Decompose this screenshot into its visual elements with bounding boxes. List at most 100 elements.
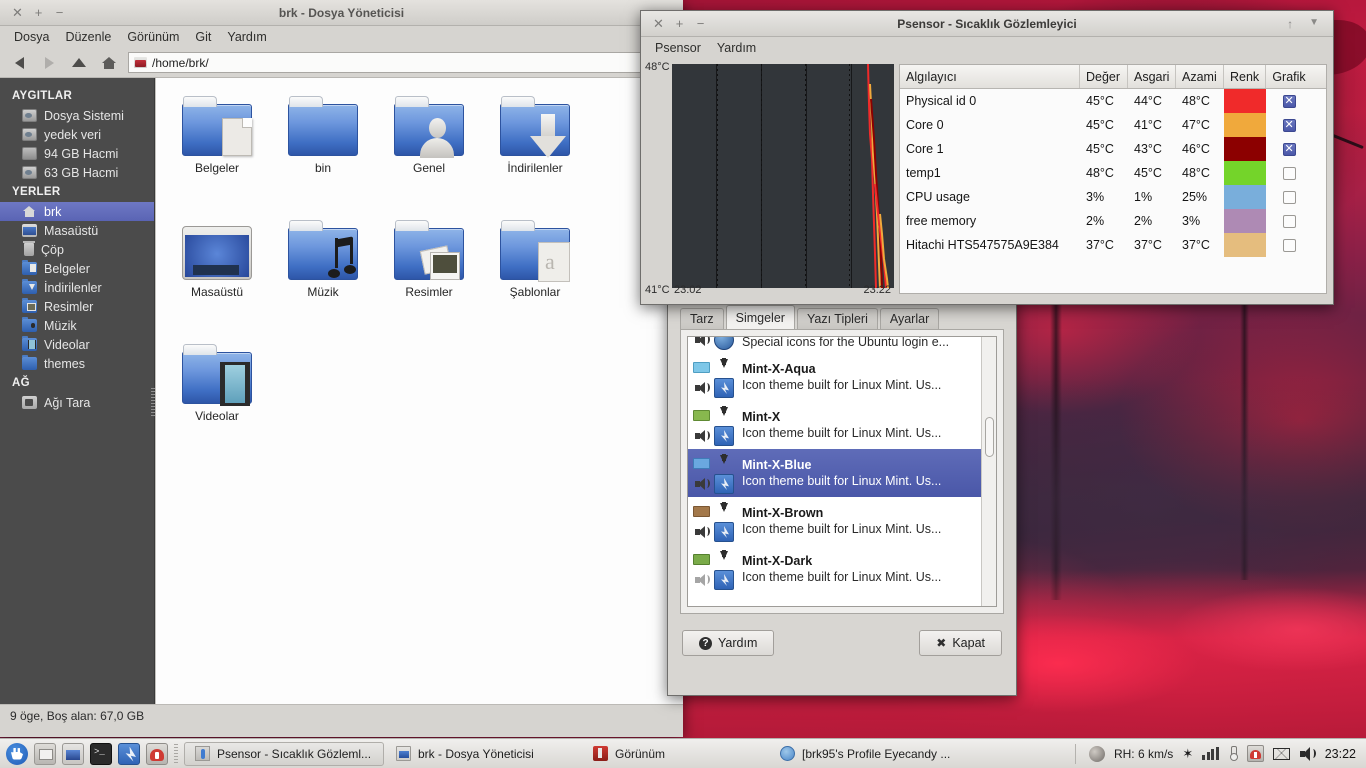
terminal-icon[interactable] <box>90 743 112 765</box>
maximize-icon[interactable]: + <box>674 18 685 29</box>
sidebar-item-themes[interactable]: themes <box>0 354 154 373</box>
column-header-color[interactable]: Renk <box>1224 65 1266 88</box>
sensor-graph-checkbox[interactable] <box>1266 119 1312 132</box>
list-item[interactable]: Mint-X-Aqua Icon theme built for Linux M… <box>688 353 981 401</box>
signal-icon[interactable] <box>1202 747 1219 760</box>
window-controls[interactable]: ✕ + − <box>0 7 65 18</box>
sensor-graph-checkbox[interactable] <box>1266 191 1312 204</box>
psensor-window[interactable]: ✕ + − Psensor - Sıcaklık Gözlemleyici ↑ … <box>640 10 1334 305</box>
sensor-color-swatch[interactable] <box>1224 209 1266 233</box>
sidebar-item-belgeler[interactable]: Belgeler <box>0 259 154 278</box>
close-icon[interactable]: ✕ <box>653 18 664 29</box>
dialog-buttons[interactable]: ? Yardım ✖ Kapat <box>668 614 1016 656</box>
forward-button[interactable] <box>38 52 60 74</box>
list-item[interactable]: Special icons for the Ubuntu login e... <box>688 337 981 353</box>
task-button-browser[interactable]: [brk95's Profile Eyecandy ... <box>770 742 970 766</box>
sidebar-item-indirilenler[interactable]: İndirilenler <box>0 278 154 297</box>
psensor-graph-area[interactable]: 48°C 41°C 23:02 23:22 <box>641 59 899 300</box>
launcher-area[interactable] <box>0 743 168 765</box>
help-button[interactable]: ? Yardım <box>682 630 774 656</box>
sidebar-item-dosya-sistemi[interactable]: Dosya Sistemi <box>0 106 154 125</box>
psensor-graph-canvas[interactable] <box>672 64 894 288</box>
table-row[interactable]: CPU usage 3% 1% 25% <box>900 185 1326 209</box>
file-manager-window[interactable]: ✕ + − brk - Dosya Yöneticisi Dosya Düzen… <box>0 0 683 737</box>
taskbar-panel[interactable]: Psensor - Sıcaklık Gözleml... brk - Dosy… <box>0 738 1366 768</box>
sensor-graph-checkbox[interactable] <box>1266 215 1312 228</box>
places-sidebar[interactable]: AYGITLAR Dosya Sistemi yedek veri 94 GB … <box>0 78 155 704</box>
list-item[interactable]: Mint-X-Dark Icon theme built for Linux M… <box>688 545 981 593</box>
shade-down-icon[interactable]: ▼ <box>1309 17 1319 31</box>
sensor-color-swatch[interactable] <box>1224 113 1266 137</box>
sidebar-item-yedek-veri[interactable]: yedek veri <box>0 125 154 144</box>
psensor-menubar[interactable]: Psensor Yardım <box>641 37 1333 59</box>
sidebar-resize-handle[interactable] <box>151 388 155 418</box>
sensor-color-swatch[interactable] <box>1224 89 1266 113</box>
table-row[interactable]: Core 1 45°C 43°C 46°C <box>900 137 1326 161</box>
file-item[interactable]: Videolar <box>164 336 270 460</box>
sensor-graph-checkbox[interactable] <box>1266 167 1312 180</box>
menu-yardim[interactable]: Yardım <box>219 28 274 46</box>
sidebar-item-masaustu[interactable]: Masaüstü <box>0 221 154 240</box>
file-item[interactable]: Masaüstü <box>164 212 270 336</box>
sidebar-item-brk[interactable]: brk <box>0 202 154 221</box>
sensor-color-swatch[interactable] <box>1224 185 1266 209</box>
list-item[interactable]: Mint-X-Brown Icon theme built for Linux … <box>688 497 981 545</box>
psensor-titlebar[interactable]: ✕ + − Psensor - Sıcaklık Gözlemleyici ↑ … <box>641 11 1333 37</box>
software-manager-icon[interactable] <box>146 743 168 765</box>
system-tray[interactable]: RH: 6 km/s ✶ 23:22 <box>1075 744 1366 764</box>
close-icon[interactable]: ✕ <box>12 7 23 18</box>
window-controls[interactable]: ✕ + − <box>641 18 706 29</box>
path-input[interactable]: /home/brk/ <box>128 52 675 73</box>
task-button-psensor[interactable]: Psensor - Sıcaklık Gözleml... <box>184 742 384 766</box>
column-header-max[interactable]: Azami <box>1176 65 1224 88</box>
scrollbar-thumb[interactable] <box>985 417 994 457</box>
column-header-value[interactable]: Değer <box>1080 65 1128 88</box>
files-icon[interactable] <box>34 743 56 765</box>
close-button[interactable]: ✖ Kapat <box>919 630 1002 656</box>
sidebar-item-videolar[interactable]: Videolar <box>0 335 154 354</box>
tab-ayarlar[interactable]: Ayarlar <box>880 308 939 329</box>
sensor-graph-checkbox[interactable] <box>1266 95 1312 108</box>
firefox-icon[interactable] <box>118 743 140 765</box>
sensor-graph-checkbox[interactable] <box>1266 239 1312 252</box>
menu-dosya[interactable]: Dosya <box>6 28 57 46</box>
maximize-icon[interactable]: + <box>33 7 44 18</box>
mail-icon[interactable] <box>1273 748 1290 760</box>
bluetooth-icon[interactable]: ✶ <box>1182 746 1193 762</box>
file-item[interactable]: Müzik <box>270 212 376 336</box>
sensor-color-swatch[interactable] <box>1224 161 1266 185</box>
sidebar-item-94gb[interactable]: 94 GB Hacmi <box>0 144 154 163</box>
menu-yardim[interactable]: Yardım <box>709 39 764 57</box>
volume-icon[interactable] <box>1299 746 1316 761</box>
back-button[interactable] <box>8 52 30 74</box>
tab-tarz[interactable]: Tarz <box>680 308 724 329</box>
sidebar-item-cop[interactable]: Çöp <box>0 240 154 259</box>
file-item[interactable]: Resimler <box>376 212 482 336</box>
icon-theme-list[interactable]: Special icons for the Ubuntu login e... … <box>687 336 997 607</box>
sensor-color-swatch[interactable] <box>1224 137 1266 161</box>
show-desktop-icon[interactable] <box>62 743 84 765</box>
sensor-color-swatch[interactable] <box>1224 233 1266 257</box>
column-header-min[interactable]: Asgari <box>1128 65 1176 88</box>
up-button[interactable] <box>68 52 90 74</box>
appearance-dialog[interactable]: Tarz Simgeler Yazı Tipleri Ayarlar Speci… <box>667 298 1017 696</box>
menu-gorunum[interactable]: Görünüm <box>119 28 187 46</box>
file-manager-titlebar[interactable]: ✕ + − brk - Dosya Yöneticisi <box>0 0 683 26</box>
window-list[interactable]: Psensor - Sıcaklık Gözleml... brk - Dosy… <box>184 742 970 766</box>
file-item[interactable]: Şablonlar <box>482 212 588 336</box>
sidebar-item-agi-tara[interactable]: Ağı Tara <box>0 393 154 412</box>
task-button-file-manager[interactable]: brk - Dosya Yöneticisi <box>386 742 581 766</box>
menu-icon[interactable] <box>6 743 28 765</box>
weather-text[interactable]: RH: 6 km/s <box>1114 747 1173 761</box>
clock-label[interactable]: 23:22 <box>1325 747 1356 761</box>
column-header-sensor[interactable]: Algılayıcı <box>900 65 1080 88</box>
file-icon-view[interactable]: Belgeler bin Genel İndirilenler Masaüstü <box>155 78 683 704</box>
sensor-table[interactable]: Algılayıcı Değer Asgari Azami Renk Grafi… <box>899 64 1327 294</box>
tab-yazi-tipleri[interactable]: Yazı Tipleri <box>797 308 878 329</box>
task-button-appearance[interactable]: Görünüm <box>583 742 768 766</box>
thermometer-icon[interactable] <box>1228 746 1238 761</box>
shade-up-icon[interactable]: ↑ <box>1287 17 1293 31</box>
table-row[interactable]: free memory 2% 2% 3% <box>900 209 1326 233</box>
sensor-graph-checkbox[interactable] <box>1266 143 1312 156</box>
menu-git[interactable]: Git <box>187 28 219 46</box>
